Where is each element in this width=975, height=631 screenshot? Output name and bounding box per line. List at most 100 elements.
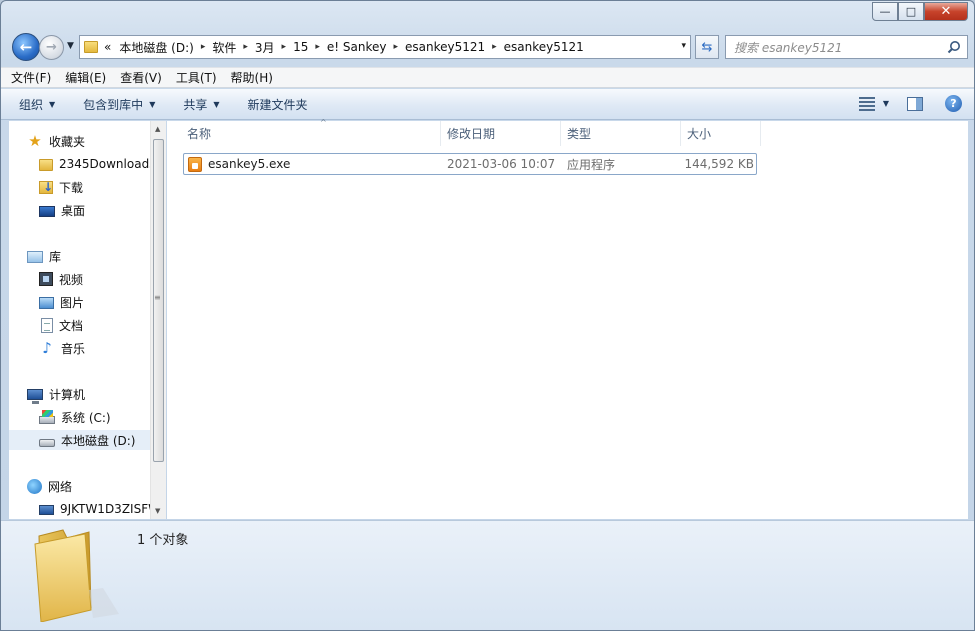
share-button[interactable]: 共享 ▼ <box>183 96 219 113</box>
breadcrumb-chevron-icon[interactable]: ▸ <box>282 42 287 52</box>
sidebar-item-label: 下载 <box>59 180 84 195</box>
menu-file[interactable]: 文件(F) <box>11 69 51 86</box>
sidebar-item-music[interactable]: ♪ 音乐 <box>39 338 85 358</box>
sidebar-item-desktop[interactable]: 桌面 <box>39 200 85 220</box>
breadcrumb-item[interactable]: 软件 <box>212 39 236 56</box>
command-bar: 组织 ▼ 包含到库中 ▼ 共享 ▼ 新建文件夹 ▼ ? <box>1 89 974 120</box>
address-bar[interactable]: « 本地磁盘 (D:) ▸ 软件 ▸ 3月 ▸ 15 ▸ e! Sankey ▸… <box>79 35 691 59</box>
organize-label: 组织 <box>19 97 44 112</box>
computer-icon <box>27 389 43 404</box>
forward-button[interactable]: → <box>39 35 64 60</box>
column-header-label: 类型 <box>567 127 592 141</box>
search-input[interactable]: 搜索 esankey5121 <box>725 35 968 59</box>
sidebar-item-downloads[interactable]: 下载 <box>39 177 83 197</box>
close-button[interactable]: ✕ <box>924 2 968 21</box>
exe-icon <box>188 156 202 172</box>
sidebar-item-favorites[interactable]: ★ 收藏夹 <box>27 131 85 151</box>
file-list-pane: 名称 ^ 修改日期 类型 大小 esankey5.exe 2021-03-06 … <box>167 118 968 519</box>
sidebar-item-label: 本地磁盘 (D:) <box>61 433 136 448</box>
help-icon[interactable]: ? <box>945 95 962 112</box>
column-header-name[interactable]: 名称 ^ <box>181 118 441 146</box>
view-controls: ▼ ? <box>858 95 962 112</box>
sidebar-item-local-disk-d[interactable]: 本地磁盘 (D:) <box>9 430 150 450</box>
sidebar-item-computer[interactable]: 计算机 <box>27 384 85 404</box>
breadcrumb-item[interactable]: 本地磁盘 (D:) <box>119 39 193 56</box>
column-header-label: 修改日期 <box>447 127 496 141</box>
item-count: 1 个对象 <box>137 533 189 548</box>
breadcrumb-item[interactable]: 3月 <box>255 39 275 56</box>
breadcrumb-item[interactable]: esankey5121 <box>405 40 485 54</box>
file-row[interactable]: esankey5.exe 2021-03-06 10:07 应用程序 144,5… <box>183 153 757 175</box>
sidebar-item-videos[interactable]: 视频 <box>39 269 83 289</box>
breadcrumb-overflow[interactable]: « <box>104 40 111 54</box>
scroll-grip-icon: ≡ <box>154 293 161 302</box>
column-headers: 名称 ^ 修改日期 类型 大小 <box>167 118 968 146</box>
chevron-down-icon: ▼ <box>149 99 156 109</box>
file-size-cell: 144,592 KB <box>684 154 754 174</box>
search-placeholder: 搜索 esankey5121 <box>734 40 843 55</box>
column-header-label: 名称 <box>187 127 212 141</box>
sidebar-item-pictures[interactable]: 图片 <box>39 292 84 312</box>
minimize-button[interactable]: — <box>872 2 898 21</box>
folder-icon <box>34 529 119 622</box>
breadcrumb-chevron-icon[interactable]: ▸ <box>315 42 320 52</box>
column-header-size[interactable]: 大小 <box>681 121 761 146</box>
folder-icon <box>84 41 98 53</box>
sidebar-item-label: 桌面 <box>61 203 86 218</box>
folder-icon <box>39 159 53 171</box>
breadcrumb-chevron-icon[interactable]: ▸ <box>243 42 248 52</box>
explorer-window: — □ ✕ ← → ▼ « 本地磁盘 (D:) ▸ 软件 ▸ 3月 ▸ 15 ▸… <box>0 0 975 631</box>
picture-icon <box>39 297 54 309</box>
include-in-library-button[interactable]: 包含到库中 ▼ <box>83 96 155 113</box>
sidebar-item-network[interactable]: 网络 <box>27 476 72 496</box>
menu-edit[interactable]: 编辑(E) <box>65 69 106 86</box>
breadcrumb-item[interactable]: esankey5121 <box>504 40 584 54</box>
maximize-button[interactable]: □ <box>898 2 924 21</box>
breadcrumb-chevron-icon[interactable]: ▸ <box>201 42 206 52</box>
sidebar-item-label: 文档 <box>59 318 84 333</box>
sidebar-item-documents[interactable]: 文档 <box>39 315 83 335</box>
new-folder-label: 新建文件夹 <box>247 97 308 112</box>
breadcrumb-item[interactable]: e! Sankey <box>327 40 387 54</box>
address-dropdown-icon[interactable]: ▾ <box>681 41 686 51</box>
scroll-down-icon[interactable]: ▼ <box>155 507 160 515</box>
new-folder-button[interactable]: 新建文件夹 <box>248 96 308 113</box>
sidebar-item-label: 计算机 <box>49 387 86 402</box>
view-details-icon[interactable] <box>858 96 875 111</box>
sidebar-item-system-drive[interactable]: 系统 (C:) <box>39 407 111 427</box>
star-icon: ★ <box>28 132 42 150</box>
breadcrumb-chevron-icon[interactable]: ▸ <box>492 42 497 52</box>
preview-pane-icon[interactable] <box>907 96 923 111</box>
column-header-modified[interactable]: 修改日期 <box>441 121 561 146</box>
include-in-library-label: 包含到库中 <box>83 97 144 112</box>
refresh-button[interactable]: ⇆ <box>695 35 719 59</box>
breadcrumb-chevron-icon[interactable]: ▸ <box>393 42 398 52</box>
navigation-pane: ★ 收藏夹 2345Downloads 下载 桌面 库 视频 图片 <box>9 121 166 519</box>
sidebar-item-network-computer[interactable]: 9JKTW1D3ZISFW <box>39 499 160 519</box>
column-header-type[interactable]: 类型 <box>561 121 681 146</box>
sort-ascending-icon: ^ <box>320 118 327 127</box>
sidebar-item-libraries[interactable]: 库 <box>27 246 61 266</box>
share-label: 共享 <box>183 97 208 112</box>
sidebar-item-label: 视频 <box>59 272 84 287</box>
back-button[interactable]: ← <box>12 33 40 61</box>
file-type-cell: 应用程序 <box>567 154 615 174</box>
library-icon <box>27 251 43 263</box>
network-computer-icon <box>39 505 54 515</box>
sidebar-scrollbar[interactable]: ▲ ≡ ▼ <box>150 121 166 519</box>
sidebar-item-2345downloads[interactable]: 2345Downloads <box>39 154 155 174</box>
menu-help[interactable]: 帮助(H) <box>231 69 273 86</box>
organize-button[interactable]: 组织 ▼ <box>19 96 55 113</box>
sidebar-item-label: 图片 <box>60 295 85 310</box>
column-header-label: 大小 <box>687 127 712 141</box>
sidebar-item-label: 收藏夹 <box>49 134 86 149</box>
menu-view[interactable]: 查看(V) <box>120 69 162 86</box>
file-type: 应用程序 <box>567 157 616 172</box>
view-options-dropdown[interactable]: ▼ <box>883 99 889 108</box>
breadcrumb-item[interactable]: 15 <box>293 40 308 54</box>
caption-buttons: — □ ✕ <box>872 2 968 21</box>
search-icon[interactable] <box>947 40 961 54</box>
scroll-up-icon[interactable]: ▲ <box>155 125 160 133</box>
menu-tools[interactable]: 工具(T) <box>176 69 217 86</box>
recent-pages-dropdown[interactable]: ▼ <box>67 41 74 51</box>
